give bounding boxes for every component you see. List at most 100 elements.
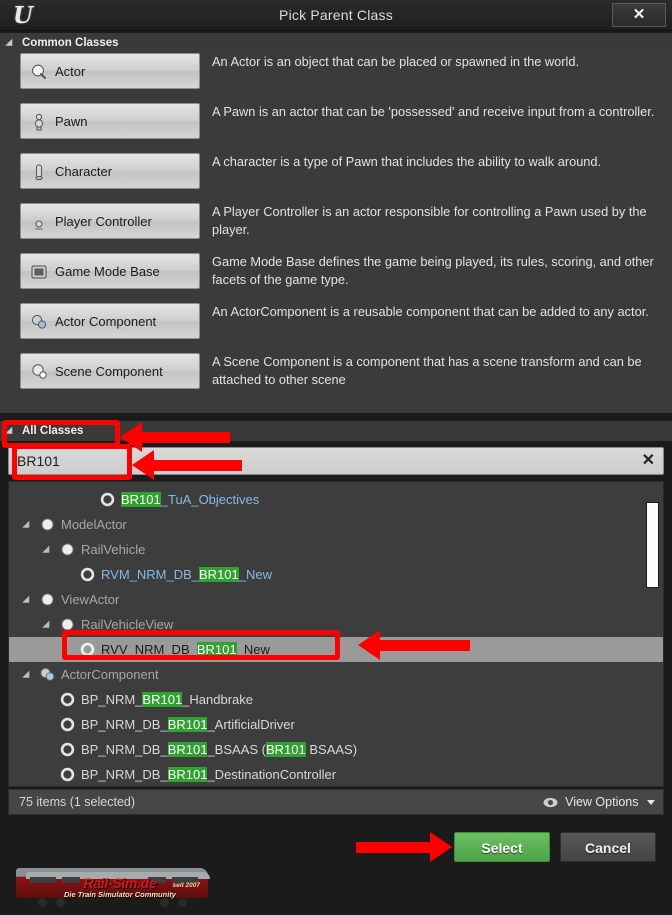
common-class-button-game-mode-base[interactable]: Game Mode Base	[20, 253, 200, 289]
common-class-button-actor[interactable]: Actor	[20, 53, 200, 89]
tree-row[interactable]: BP_NRM_BR101_Handbrake	[9, 687, 663, 712]
tree-row[interactable]: ModelActor	[9, 512, 663, 537]
cancel-button[interactable]: Cancel	[560, 832, 656, 862]
tree-label-text: BP_NRM_DB_	[81, 742, 168, 757]
chevron-down-icon[interactable]	[22, 670, 33, 682]
chevron-down-icon[interactable]	[22, 595, 33, 607]
common-class-button-pawn[interactable]: Pawn	[20, 103, 200, 139]
tree-row[interactable]: BP_NRM_DB_BR101_DestinationController	[9, 762, 663, 786]
view-options-label: View Options	[565, 795, 639, 809]
blueprint-ring-icon	[59, 716, 76, 733]
tree-row-label: RailVehicleView	[81, 612, 173, 637]
locomotive-wheel	[160, 898, 169, 907]
common-class-button-label: Character	[55, 164, 113, 179]
tree-row-label: BP_NRM_BR101_Handbrake	[81, 687, 253, 712]
common-class-button-label: Player Controller	[55, 214, 152, 229]
common-classes-header[interactable]: Common Classes	[0, 33, 672, 53]
tree-label-text: BP_NRM_DB_	[81, 767, 168, 782]
chevron-down-icon[interactable]	[22, 520, 33, 532]
common-class-button-actor-component[interactable]: Actor Component	[20, 303, 200, 339]
tree-label-text: _DestinationController	[207, 767, 337, 782]
common-class-button-scene-component[interactable]: Scene Component	[20, 353, 200, 389]
common-class-description: Game Mode Base defines the game being pl…	[212, 254, 654, 287]
tree-label-text: ModelActor	[61, 517, 127, 532]
tree-row-selected[interactable]: RVV_NRM_DB_BR101_New	[9, 637, 663, 662]
view-options-button[interactable]: View Options	[543, 790, 655, 814]
actor-icon	[30, 63, 48, 81]
tree-row[interactable]: ViewActor	[9, 587, 663, 612]
tree-label-text: _New	[238, 567, 273, 582]
search-match-highlight: BR101	[121, 492, 161, 507]
game-mode-base-icon	[30, 263, 48, 281]
chevron-down-icon	[5, 38, 16, 50]
tree-label-text: _Handbrake	[182, 692, 253, 707]
watermark-subtitle: Die Train Simulator Community	[64, 890, 176, 899]
tree-label-text: RVM_NRM_DB_	[101, 567, 200, 582]
tree-row[interactable]: ActorComponent	[9, 662, 663, 687]
search-input-value: BR101	[17, 453, 60, 469]
character-icon	[30, 163, 48, 181]
common-class-button-character[interactable]: Character	[20, 153, 200, 189]
common-class-button-label: Game Mode Base	[55, 264, 160, 279]
search-match-highlight: BR101	[265, 742, 306, 757]
tree-label-text: _TuA_Objectives	[160, 492, 260, 507]
tree-row[interactable]: BR101_TuA_Objectives	[9, 487, 663, 512]
common-class-description: A Pawn is an actor that can be 'possesse…	[212, 104, 655, 119]
page-title: Pick Parent Class	[279, 7, 393, 23]
class-sphere-icon	[39, 516, 56, 533]
common-class-row: Scene Component A Scene Component is a co…	[0, 353, 672, 403]
tree-label-text: BP_NRM_	[81, 692, 143, 707]
select-button[interactable]: Select	[454, 832, 550, 862]
tree-row[interactable]: BP_NRM_DB_BR101_ArtificialDriver	[9, 712, 663, 737]
annotation-arrow-select-button	[356, 832, 452, 862]
tree-row[interactable]: RailVehicle	[9, 537, 663, 562]
common-class-row: Character A character is a type of Pawn t…	[0, 153, 672, 203]
common-class-description: A character is a type of Pawn that inclu…	[212, 154, 602, 169]
blueprint-ring-icon	[99, 491, 116, 508]
common-class-button-player-controller[interactable]: Player Controller	[20, 203, 200, 239]
chevron-down-icon[interactable]	[42, 545, 53, 557]
search-input[interactable]: BR101 ✕	[8, 447, 664, 475]
tree-row-label: ActorComponent	[61, 662, 159, 687]
common-class-description: An Actor is an object that can be placed…	[212, 54, 580, 69]
blueprint-ring-icon	[79, 641, 96, 658]
common-class-description: A Player Controller is an actor responsi…	[212, 204, 647, 237]
tree-label-text: ViewActor	[61, 592, 120, 607]
eye-icon	[543, 792, 558, 816]
chevron-down-icon[interactable]	[42, 620, 53, 632]
tree-row-label: BP_NRM_DB_BR101_ArtificialDriver	[81, 712, 295, 737]
pawn-icon	[30, 113, 48, 131]
class-sphere-icon	[59, 541, 76, 558]
locomotive-wheel	[38, 898, 47, 907]
common-class-button-label: Actor	[55, 64, 86, 79]
clear-search-icon[interactable]: ✕	[642, 448, 655, 474]
title-bar: U Pick Parent Class ✕	[0, 0, 672, 31]
locomotive-graphic: Rail-Sim.de Die Train Simulator Communit…	[16, 868, 210, 899]
tree-row[interactable]: BP_NRM_DB_BR101_BSAAS (BR101 BSAAS)	[9, 737, 663, 762]
tree-row-label: BP_NRM_DB_BR101_BSAAS (BR101 BSAAS)	[81, 737, 357, 762]
tree-row-label: ModelActor	[61, 512, 127, 537]
tree-label-text: RVV_NRM_DB_	[101, 642, 197, 657]
common-class-row: Pawn A Pawn is an actor that can be 'poss…	[0, 103, 672, 153]
tree-label-text: _New	[236, 642, 270, 657]
all-classes-label: All Classes	[22, 425, 84, 437]
actor-component-icon	[30, 313, 48, 331]
scene-component-icon	[30, 363, 48, 381]
tree-label-text: ActorComponent	[61, 667, 159, 682]
class-sphere-icon	[59, 616, 76, 633]
tree-row[interactable]: RailVehicleView	[9, 612, 663, 637]
close-icon[interactable]: ✕	[612, 3, 666, 27]
tree-row-label: BP_NRM_DB_BR101_DestinationController	[81, 762, 337, 786]
blueprint-ring-icon	[79, 566, 96, 583]
status-bar: 75 items (1 selected) View Options	[8, 789, 664, 815]
common-class-row: Game Mode Base Game Mode Base defines the…	[0, 253, 672, 303]
class-tree[interactable]: BR101_TuA_Objectives ModelActor RailVehicl…	[8, 481, 664, 787]
pick-parent-class-dialog: U Pick Parent Class ✕ Common Classes Act…	[0, 0, 672, 915]
locomotive-wheel	[178, 898, 187, 907]
search-match-highlight: BR101	[142, 692, 183, 707]
watermark-since: seit 2007	[172, 882, 200, 889]
all-classes-header[interactable]: All Classes	[0, 421, 672, 441]
item-count-label: 75 items (1 selected)	[19, 795, 136, 809]
common-class-row: Actor Component An ActorComponent is a re…	[0, 303, 672, 353]
tree-row[interactable]: RVM_NRM_DB_BR101_New	[9, 562, 663, 587]
